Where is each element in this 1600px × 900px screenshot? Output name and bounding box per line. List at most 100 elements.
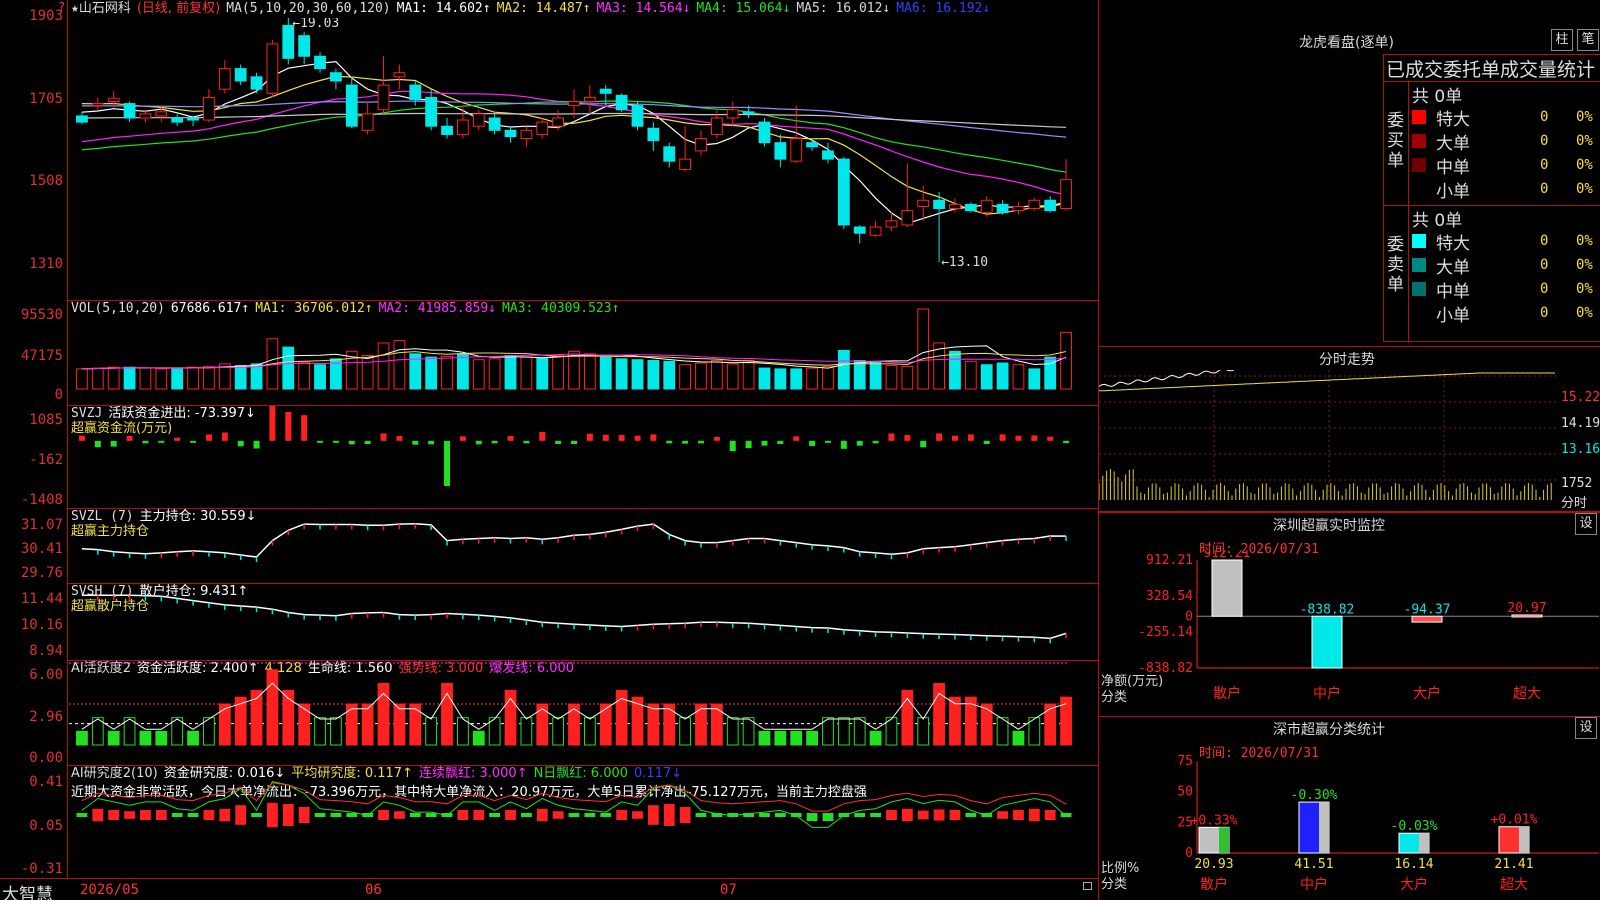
sz-monitor-settings-button[interactable]: 设 xyxy=(1575,513,1597,535)
buy-row-count: 0 xyxy=(1540,181,1549,197)
research-bar xyxy=(155,810,167,820)
volume-bar xyxy=(853,360,866,390)
intraday-chart[interactable] xyxy=(1099,370,1559,510)
candle-body xyxy=(504,129,517,138)
sz-ratio-bar-chart[interactable]: 7550250+0.33%20.93散户-0.30%41.51中户-0.03%1… xyxy=(1099,755,1600,900)
research-bar xyxy=(806,813,818,821)
vol-tick: 95530 xyxy=(20,307,63,323)
price-axis-column xyxy=(0,0,68,878)
sz-class-bar-change xyxy=(1519,826,1529,853)
fund-flow-chart[interactable] xyxy=(69,406,1098,508)
candle-body xyxy=(980,199,993,214)
research-bar xyxy=(1028,808,1040,822)
sell-color-swatch xyxy=(1412,258,1426,272)
fund-flow-bar xyxy=(221,432,228,441)
candle-body xyxy=(234,68,247,82)
fund-flow-bar xyxy=(602,434,609,441)
sell-color-swatch xyxy=(1412,234,1426,248)
fund-flow-bar xyxy=(269,406,276,441)
activity-bar xyxy=(806,730,818,746)
sz-monitor-value-label: 912.21 xyxy=(1204,550,1251,561)
fund-flow-bar xyxy=(682,440,689,444)
fund-flow-bar xyxy=(888,433,895,441)
sz-monitor-value-label: 20.97 xyxy=(1507,601,1546,616)
sz-class-value-label: 41.51 xyxy=(1294,857,1333,872)
ma6-value: MA6: 16.192↓ xyxy=(896,1,991,16)
candle-body xyxy=(790,138,803,162)
ai-active-chart[interactable] xyxy=(69,661,1098,765)
candle-body xyxy=(472,113,485,127)
period-label[interactable]: (日线, 前复权) xyxy=(137,1,220,16)
candle-body xyxy=(933,199,945,210)
low-price-label: ←13.10 xyxy=(941,255,988,270)
candle-body xyxy=(1044,199,1057,212)
volume-bar xyxy=(758,367,771,390)
activity-bar xyxy=(917,717,930,746)
sz-class-category: 中户 xyxy=(1300,876,1328,893)
candle-body xyxy=(599,88,612,94)
activity-bar xyxy=(361,703,374,746)
buy-row-pct: 0% xyxy=(1576,133,1593,149)
research-bar xyxy=(378,810,389,820)
buy-row-label: 特大 xyxy=(1436,110,1470,130)
fund-flow-bar xyxy=(1047,436,1054,441)
volume-chart[interactable] xyxy=(69,301,1098,405)
retail-position-line xyxy=(81,594,1067,640)
ma5-value: MA5: 16.012↓ xyxy=(796,1,891,16)
fund-flow-bar xyxy=(634,435,641,441)
intraday-price-line xyxy=(1099,370,1235,387)
fund-flow-bar xyxy=(824,440,831,443)
sz-net-bar-chart[interactable]: 912.21 328.54 0-255.14 -838.82 912.21 散户 -838.… xyxy=(1099,550,1600,716)
sz-monitor-category: 大户 xyxy=(1413,685,1441,702)
bar-mode-button[interactable]: 柱 xyxy=(1551,29,1573,51)
candle-body xyxy=(330,72,342,82)
activity-bar xyxy=(663,703,676,746)
longhu-tab-line[interactable]: 已成交委托单成交量统计 xyxy=(1386,55,1595,82)
sz-monitor-value-label: -838.82 xyxy=(1300,602,1355,617)
lock-icon[interactable] xyxy=(1083,882,1092,890)
svsh-tick: 10.16 xyxy=(20,617,63,633)
fund-flow-bar xyxy=(904,435,911,441)
fund-flow-bar xyxy=(348,440,355,445)
main-position-chart[interactable] xyxy=(69,509,1098,583)
activity-bar xyxy=(314,717,326,746)
activity-bar xyxy=(330,717,342,746)
buy-row-count: 0 xyxy=(1540,157,1549,173)
candle-body xyxy=(1060,179,1072,210)
fund-flow-bar xyxy=(459,436,466,441)
volume-bar xyxy=(949,350,961,390)
fund-flow-bar xyxy=(110,440,117,447)
buy-side-label: 委买单 xyxy=(1387,111,1404,171)
ai-research-tick: 0.41 xyxy=(29,774,63,790)
star-icon[interactable]: ★ xyxy=(71,1,79,16)
svsh-tick: 11.44 xyxy=(20,591,63,607)
activity-bar xyxy=(790,730,803,746)
research-bar xyxy=(901,808,913,822)
fund-flow-bar xyxy=(697,440,704,444)
candlestick-chart[interactable]: ←19.03 ←13.10 xyxy=(69,18,1098,300)
sz-class-change-label: +0.01% xyxy=(1491,813,1538,828)
candle-body xyxy=(949,203,961,210)
volume-bar xyxy=(695,362,707,390)
sz-class-settings-button[interactable]: 设 xyxy=(1575,717,1597,739)
sell-row-pct: 0% xyxy=(1576,305,1593,321)
candle-body xyxy=(298,35,311,57)
volume-bar xyxy=(869,360,882,390)
activity-bar xyxy=(139,730,152,746)
volume-bar xyxy=(298,361,311,390)
retail-position-chart[interactable] xyxy=(69,584,1098,660)
ai-research-chart[interactable] xyxy=(69,766,1098,878)
sz-class-tick: 0 xyxy=(1185,846,1193,861)
activity-bar xyxy=(647,703,660,746)
stroke-mode-button[interactable]: 笔 xyxy=(1577,29,1599,51)
candle-body xyxy=(568,101,580,107)
fund-flow-bar xyxy=(94,440,101,448)
volume-bar xyxy=(806,367,818,390)
research-bar xyxy=(489,813,501,817)
brand-logo[interactable]: 大智慧 xyxy=(2,880,53,900)
date-axis: 大智慧 2026/05 06 07 xyxy=(0,878,1098,900)
candle-body xyxy=(266,43,279,94)
research-bar xyxy=(679,807,691,823)
fund-flow-bar xyxy=(412,440,419,445)
activity-bar xyxy=(472,730,485,746)
